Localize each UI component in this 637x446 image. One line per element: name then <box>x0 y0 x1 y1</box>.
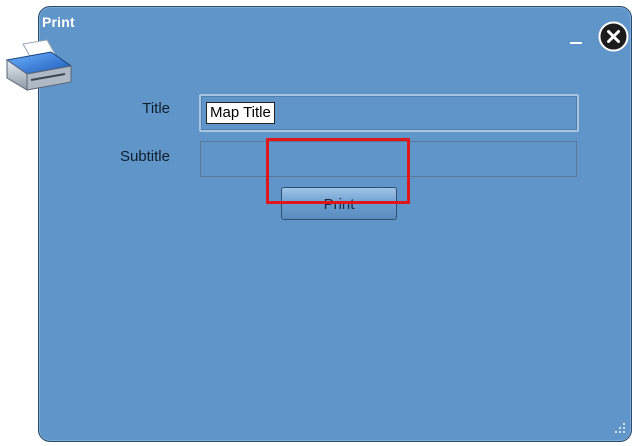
close-icon[interactable] <box>598 21 629 52</box>
print-button[interactable]: Print <box>281 187 397 220</box>
dialog-title: Print <box>42 14 75 30</box>
stage: Print Title Map Title Subtitle Print <box>0 0 637 446</box>
title-input-value: Map Title <box>206 102 275 124</box>
subtitle-input[interactable] <box>200 141 577 177</box>
minimize-icon[interactable] <box>569 35 583 45</box>
print-dialog <box>38 6 632 442</box>
resize-grip-icon[interactable] <box>612 420 626 434</box>
title-label: Title <box>142 100 170 117</box>
subtitle-label: Subtitle <box>119 148 170 165</box>
printer-icon <box>5 39 73 91</box>
title-input[interactable]: Map Title <box>199 94 579 132</box>
